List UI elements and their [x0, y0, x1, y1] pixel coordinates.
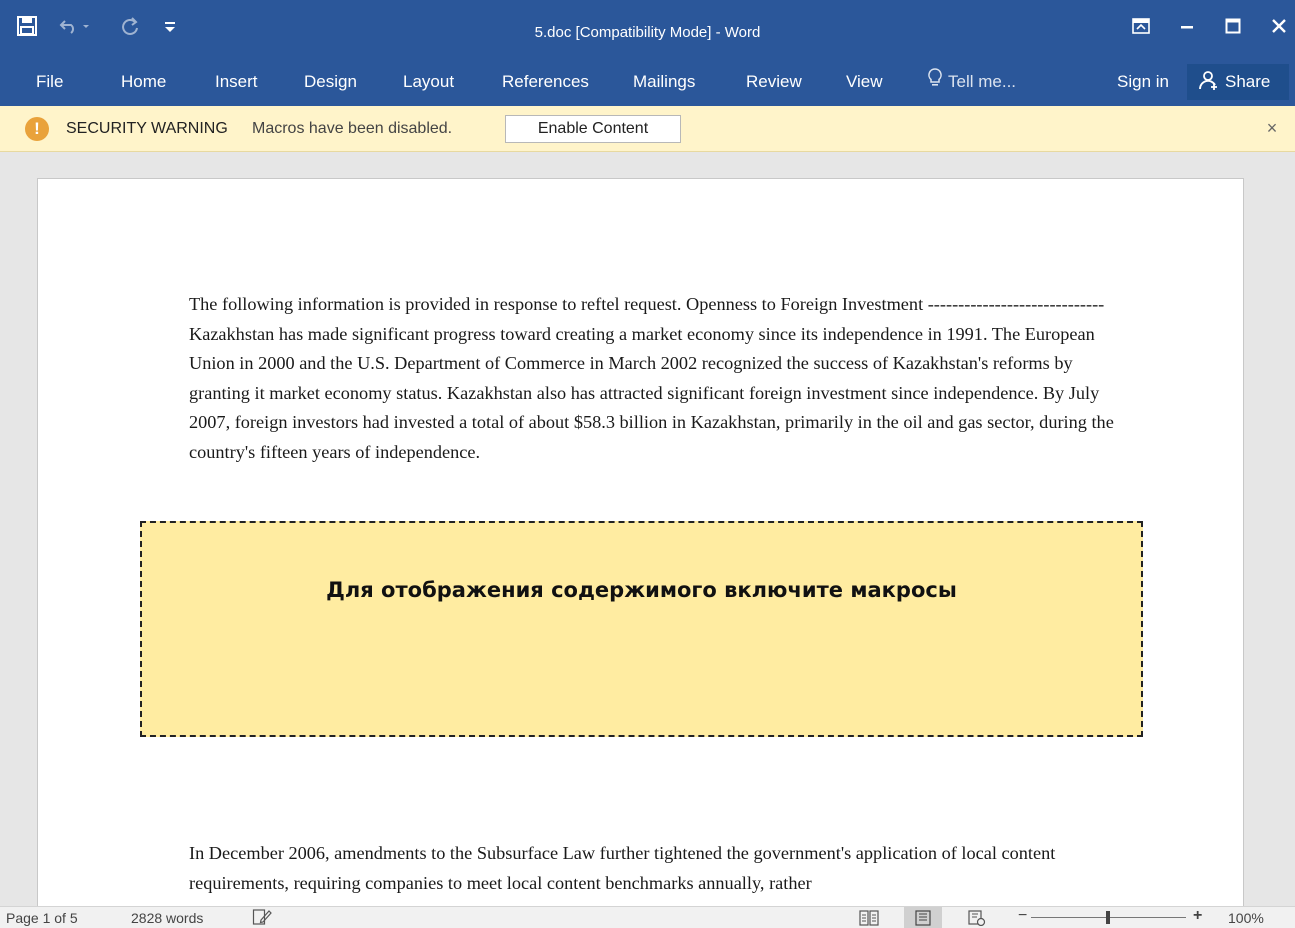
minimize-icon[interactable] — [1172, 14, 1202, 38]
tab-view[interactable]: View — [846, 68, 883, 96]
share-label: Share — [1225, 72, 1271, 91]
security-warning-message: Macros have been disabled. — [252, 120, 453, 137]
security-warning-label: SECURITY WARNING — [66, 120, 228, 137]
word-count[interactable]: 2828 words — [131, 909, 203, 927]
tell-me-text: Tell me... — [948, 72, 1017, 91]
tab-file[interactable]: File — [36, 68, 63, 96]
tab-insert[interactable]: Insert — [215, 68, 258, 96]
warning-shield-icon: ! — [25, 117, 49, 141]
paragraph-subsurface[interactable]: In December 2006, amendments to the Subs… — [189, 839, 1129, 898]
ribbon-tabs: File Home Insert Design Layout Reference… — [0, 60, 1295, 106]
proofing-icon[interactable] — [252, 908, 272, 928]
tab-home[interactable]: Home — [121, 68, 166, 96]
read-mode-icon[interactable] — [850, 907, 888, 928]
tab-mailings[interactable]: Mailings — [633, 68, 695, 96]
zoom-in-button[interactable]: + — [1193, 907, 1202, 925]
zoom-slider-thumb[interactable] — [1106, 911, 1110, 924]
zoom-level[interactable]: 100% — [1228, 909, 1264, 927]
status-bar: Page 1 of 5 2828 words − + 100% — [0, 906, 1295, 928]
web-layout-icon[interactable] — [958, 907, 996, 928]
ribbon-display-options-icon[interactable] — [1126, 14, 1156, 38]
document-area[interactable]: The following information is provided in… — [0, 152, 1295, 906]
tab-design[interactable]: Design — [304, 68, 357, 96]
tab-layout[interactable]: Layout — [403, 68, 454, 96]
maximize-icon[interactable] — [1218, 14, 1248, 38]
macro-notice-text: Для отображения содержимого включите мак… — [326, 578, 957, 602]
sign-in-link[interactable]: Sign in — [1117, 68, 1169, 96]
close-window-icon[interactable] — [1264, 14, 1294, 38]
macro-notice-box: Для отображения содержимого включите мак… — [140, 521, 1143, 737]
share-person-icon — [1199, 70, 1219, 95]
share-button[interactable]: Share — [1187, 64, 1289, 100]
tab-review[interactable]: Review — [746, 68, 802, 96]
tab-references[interactable]: References — [502, 68, 589, 96]
print-layout-icon[interactable] — [904, 907, 942, 928]
document-page[interactable]: The following information is provided in… — [37, 178, 1244, 906]
page-count[interactable]: Page 1 of 5 — [6, 909, 78, 927]
security-warning-bar: ! SECURITY WARNING Macros have been disa… — [0, 106, 1295, 152]
zoom-out-button[interactable]: − — [1018, 907, 1027, 925]
enable-content-button[interactable]: Enable Content — [505, 115, 681, 143]
tell-me-box[interactable]: Tell me... — [928, 67, 1017, 97]
title-bar: 5.doc [Compatibility Mode] - Word — [0, 0, 1295, 60]
close-icon[interactable]: × — [1261, 116, 1283, 140]
paragraph-intro[interactable]: The following information is provided in… — [189, 290, 1129, 467]
lightbulb-icon — [928, 67, 942, 97]
window-title: 5.doc [Compatibility Mode] - Word — [534, 24, 761, 41]
